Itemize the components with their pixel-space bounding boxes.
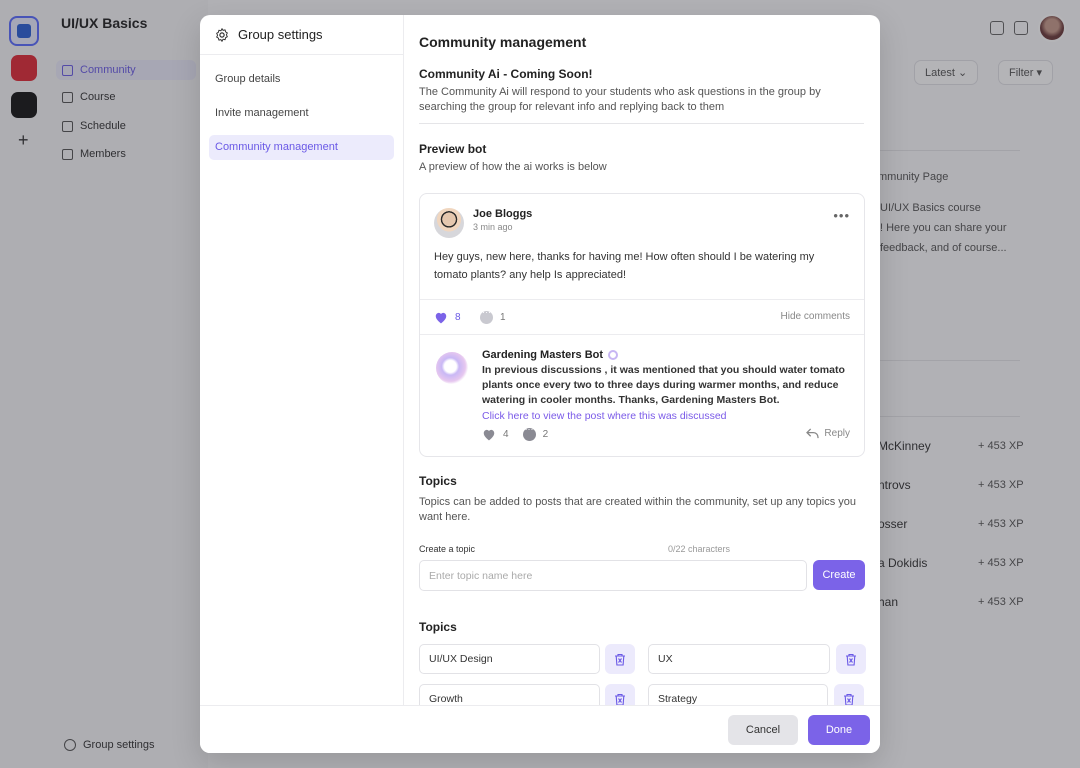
delete-topic-button[interactable] <box>605 684 635 705</box>
done-button[interactable]: Done <box>808 715 870 745</box>
preview-post-card: Joe Bloggs 3 min ago ••• Hey guys, new h… <box>419 193 865 457</box>
more-options-icon[interactable]: ••• <box>833 208 850 223</box>
topics-title: Topics <box>419 474 457 488</box>
character-counter: 0/22 characters <box>668 544 731 554</box>
modal-sidebar: Group settings Group details Invite mana… <box>200 15 404 705</box>
post-text: Hey guys, new here, thanks for having me… <box>434 251 815 281</box>
post-header: Joe Bloggs 3 min ago <box>434 208 532 238</box>
bot-like-button[interactable]: 4 <box>482 428 509 441</box>
group-settings-modal: Group settings Group details Invite mana… <box>200 15 880 753</box>
topic-field[interactable]: Growth <box>419 684 600 705</box>
page-title: Community management <box>419 34 587 50</box>
topic-field[interactable]: UI/UX Design <box>419 644 600 674</box>
verified-icon <box>608 350 619 360</box>
bot-like-count: 4 <box>503 429 509 440</box>
divider <box>419 123 864 124</box>
reply-label: Reply <box>824 428 850 439</box>
create-topic-button[interactable]: Create <box>813 560 865 590</box>
bot-reactions: 4 2 <box>482 424 549 441</box>
bot-comment-count: 2 <box>542 429 549 440</box>
delete-topic-button[interactable] <box>605 644 635 674</box>
hide-comments-link[interactable]: Hide comments <box>781 311 850 322</box>
modal-footer: Cancel Done <box>200 705 880 753</box>
like-button[interactable]: 8 <box>434 311 461 324</box>
ai-title: Community Ai - Coming Soon! <box>419 67 593 81</box>
topic-field[interactable]: UX <box>648 644 830 674</box>
topic-field[interactable]: Strategy <box>648 684 828 705</box>
bot-reply: Gardening Masters Bot In previous discus… <box>482 349 854 422</box>
discussion-link[interactable]: Click here to view the post where this w… <box>482 410 854 422</box>
comment-icon <box>522 424 536 441</box>
modal-header: Group settings <box>200 15 403 55</box>
trash-icon <box>615 693 625 705</box>
comment-icon <box>480 307 493 324</box>
tab-group-details[interactable]: Group details <box>209 67 394 92</box>
trash-icon <box>615 653 625 666</box>
gear-icon <box>216 27 228 42</box>
post-reaction-bar: 8 1 Hide comments <box>420 299 864 335</box>
delete-topic-button[interactable] <box>836 644 866 674</box>
topics-list-title: Topics <box>419 620 457 634</box>
heart-icon <box>483 429 495 441</box>
modal-title: Group settings <box>238 27 323 42</box>
create-topic-label: Create a topic <box>419 544 476 554</box>
like-count: 8 <box>455 312 461 323</box>
preview-title: Preview bot <box>419 142 487 156</box>
topic-name-input[interactable]: Enter topic name here <box>419 560 807 591</box>
reply-button[interactable]: Reply <box>806 428 850 439</box>
trash-icon <box>846 653 856 666</box>
delete-topic-button[interactable] <box>834 684 864 705</box>
ai-description: The Community Ai will respond to your st… <box>419 86 821 113</box>
tab-invite-management[interactable]: Invite management <box>209 101 394 126</box>
post-time: 3 min ago <box>473 222 513 232</box>
preview-description: A preview of how the ai works is below <box>419 161 607 173</box>
comment-count: 1 <box>500 312 506 323</box>
tab-community-management[interactable]: Community management <box>209 135 394 160</box>
avatar[interactable] <box>434 208 464 238</box>
bot-name: Gardening Masters Bot <box>482 349 854 361</box>
reply-icon <box>806 428 820 439</box>
trash-icon <box>844 693 854 705</box>
bot-avatar <box>436 352 468 384</box>
bot-comment-button[interactable]: 2 <box>522 424 549 441</box>
heart-icon <box>435 312 447 324</box>
topics-description: Topics can be added to posts that are cr… <box>419 496 856 523</box>
cancel-button[interactable]: Cancel <box>728 715 798 745</box>
bot-name-label: Gardening Masters Bot <box>482 349 604 361</box>
comment-button[interactable]: 1 <box>480 307 506 324</box>
bot-text: In previous discussions , it was mention… <box>482 364 845 406</box>
post-author[interactable]: Joe Bloggs <box>473 208 532 220</box>
modal-content: Community management Community Ai - Comi… <box>405 15 880 705</box>
